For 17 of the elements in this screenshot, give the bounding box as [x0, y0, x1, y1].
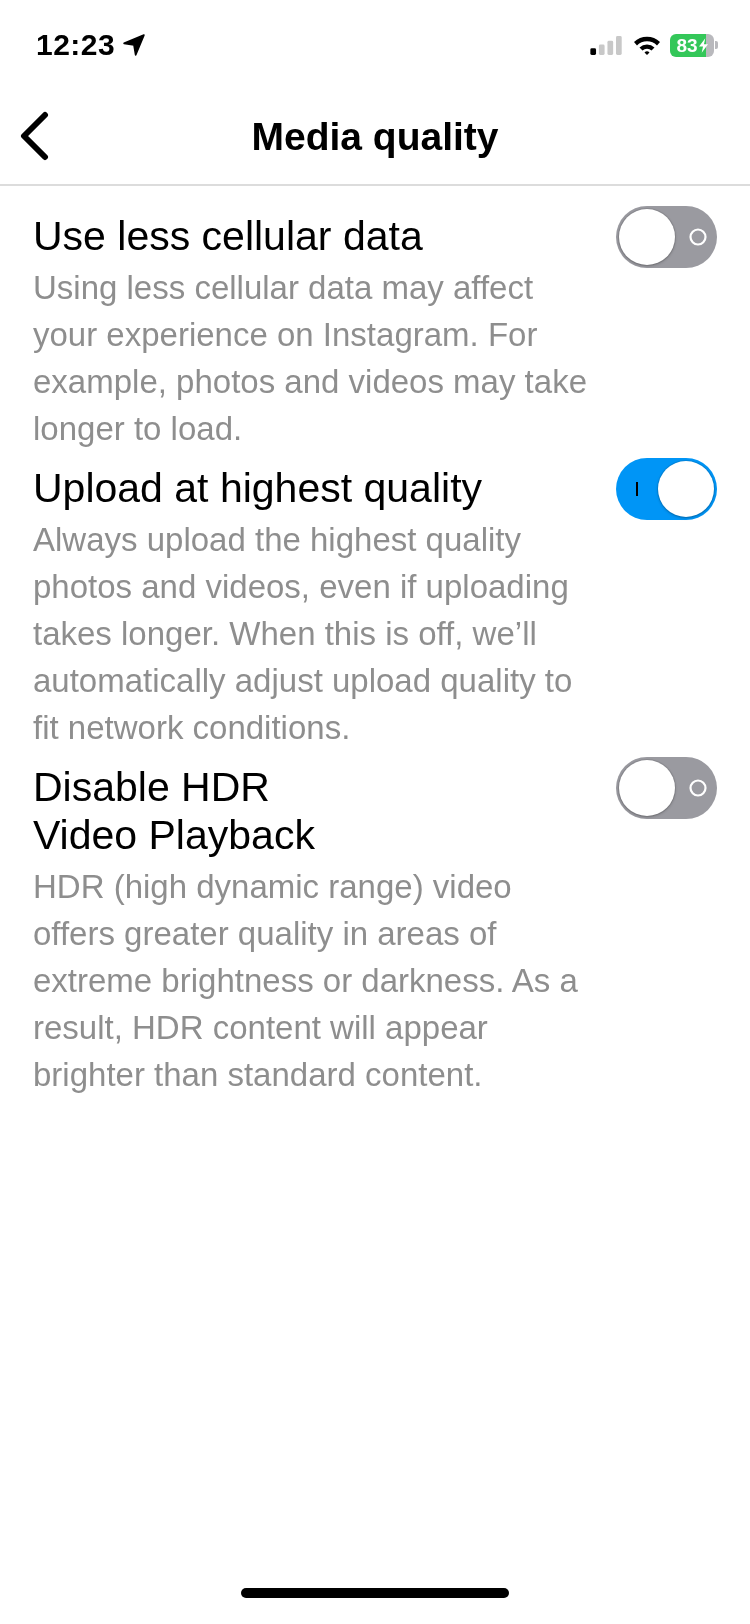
location-arrow-icon	[123, 34, 146, 56]
ring-icon	[689, 779, 707, 797]
setting-title: Use less cellular data	[33, 212, 424, 261]
bolt-icon	[698, 37, 708, 53]
setting-description: HDR (high dynamic range) video offers greater quality in areas of extreme brightness or darkness. As a result, HDR content will appear brighter than standard content.	[33, 867, 579, 1095]
signal-icon	[590, 35, 623, 55]
page-title: Media quality	[251, 115, 499, 159]
setting-description: Always upload the highest quality photos and videos, even if uploading takes longer. When this is off, we’ll automatically adjust upload quality to fit network conditions.	[33, 520, 574, 748]
ring-icon	[689, 228, 707, 246]
line-icon	[636, 482, 638, 496]
setting-title: Upload at highest quality	[33, 464, 484, 513]
battery-cap-icon	[715, 41, 718, 49]
setting-title: Disable HDR Video Playback	[33, 763, 316, 860]
status-time: 12:23	[36, 28, 116, 62]
setting-description: Using less cellular data may affect your experience on Instagram. For example, photos and videos may take longer to load.	[33, 268, 588, 449]
wifi-icon	[633, 35, 661, 55]
battery-percentage: 83	[676, 35, 698, 55]
